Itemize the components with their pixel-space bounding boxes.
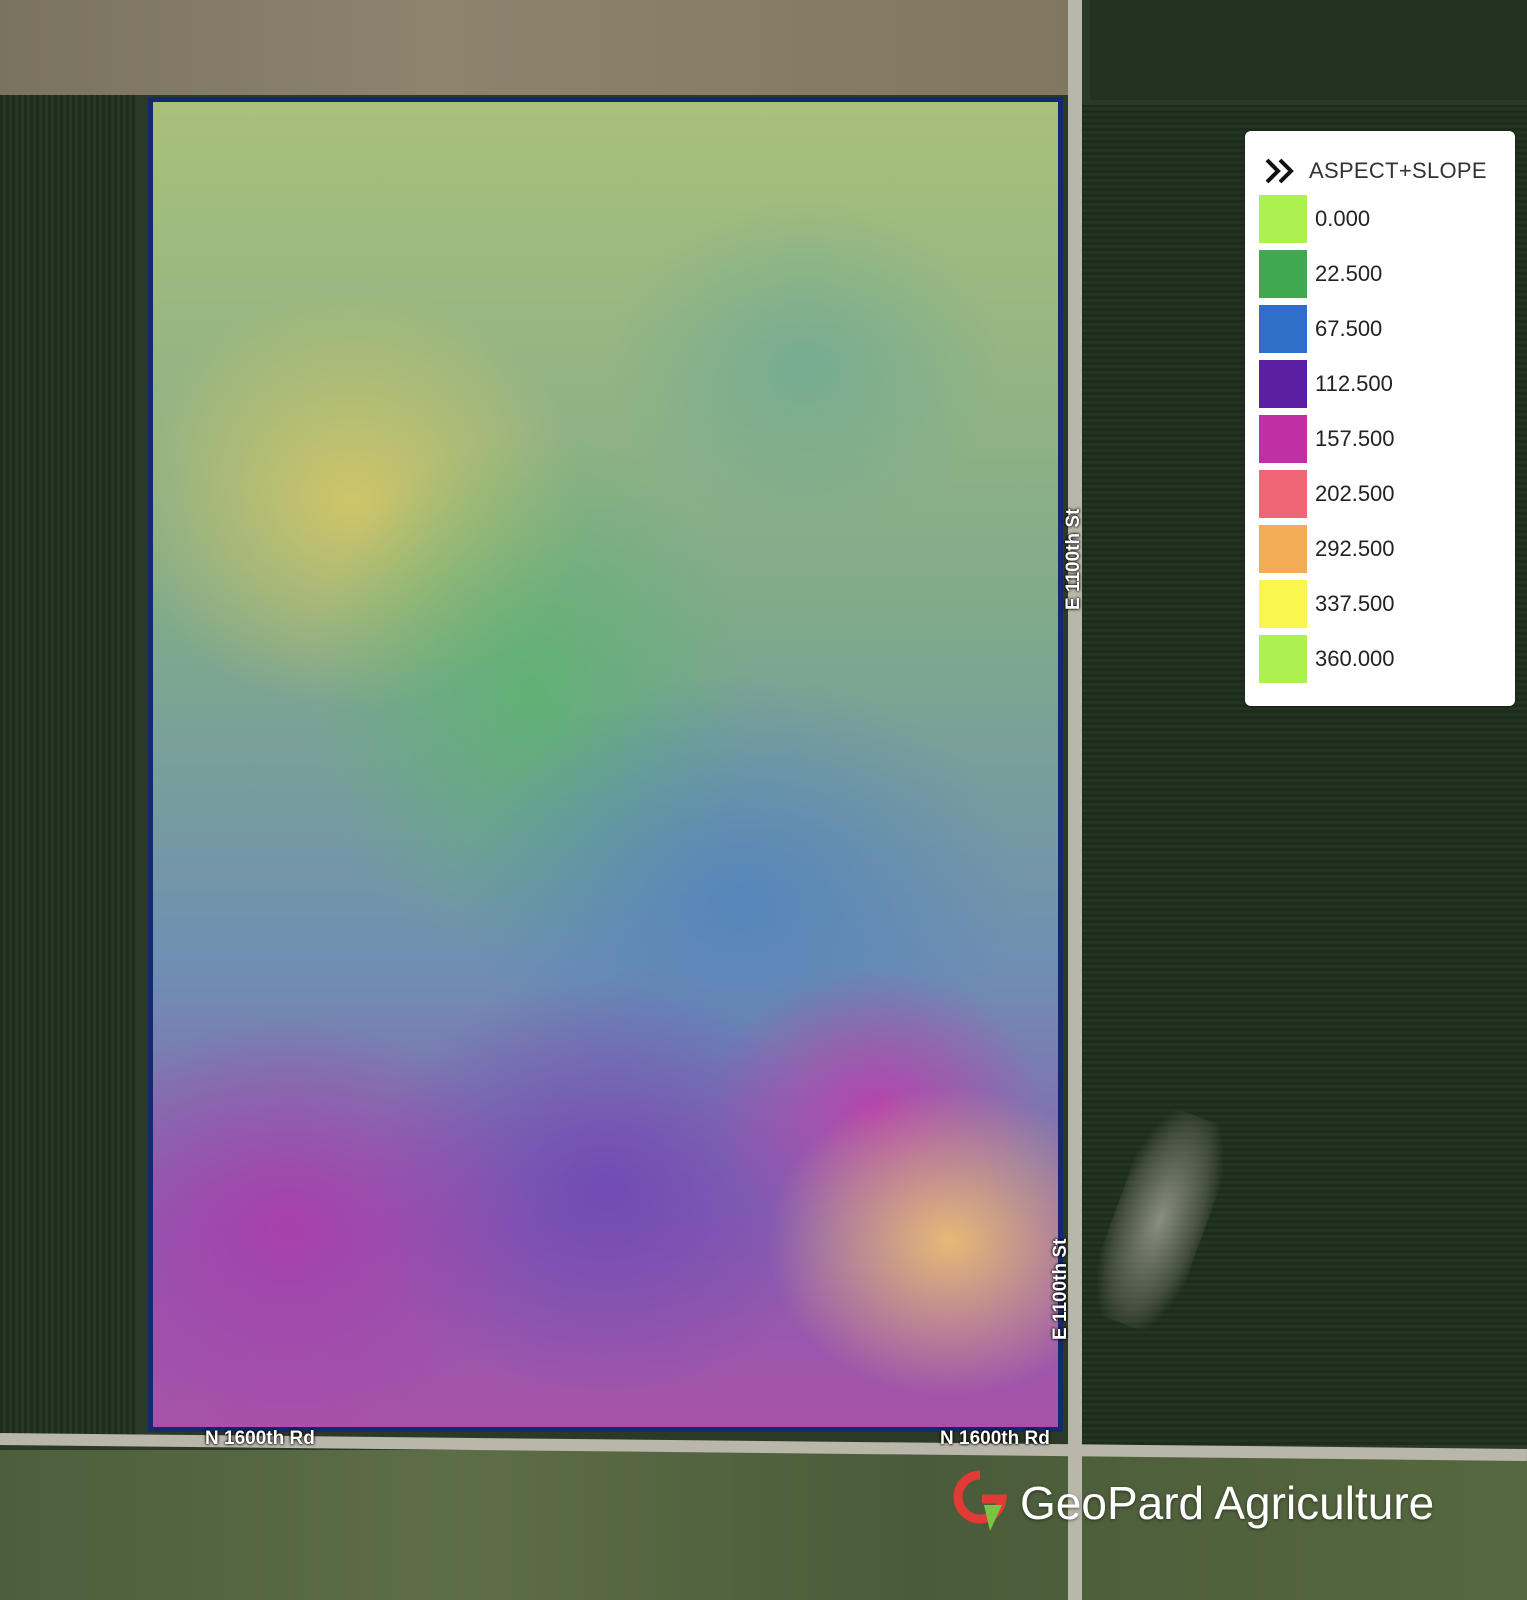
legend-swatch xyxy=(1259,635,1307,683)
legend-header[interactable]: ASPECT+SLOPE xyxy=(1263,151,1487,191)
brand-name: GeoPard Agriculture xyxy=(1020,1477,1435,1529)
road-e-1100th-st xyxy=(1068,0,1082,1600)
double-chevron-right-icon[interactable] xyxy=(1263,156,1297,186)
legend-item: 360.000 xyxy=(1259,635,1395,683)
farm-field-north xyxy=(0,0,1075,95)
legend-value: 337.500 xyxy=(1315,591,1395,616)
legend-swatch xyxy=(1259,415,1307,463)
legend-item: 22.500 xyxy=(1259,250,1382,298)
legend-panel: ASPECT+SLOPE 0.000 22.500 67.500 112.500 157… xyxy=(1245,131,1515,706)
road-label-east-upper: E 1100th St xyxy=(1063,508,1084,610)
legend-value: 67.500 xyxy=(1315,316,1383,341)
legend-swatch xyxy=(1259,525,1307,573)
legend-swatch xyxy=(1259,470,1307,518)
farm-field-northeast xyxy=(1090,0,1527,100)
brand-logo: GeoPard Agriculture xyxy=(950,1468,1434,1538)
legend-item: 157.500 xyxy=(1259,415,1395,463)
legend-value: 0.000 xyxy=(1315,206,1371,231)
aspect-slope-heatmap-field[interactable] xyxy=(148,97,1063,1432)
legend-item: 67.500 xyxy=(1259,305,1382,353)
legend-item: 337.500 xyxy=(1259,580,1395,628)
legend-swatch xyxy=(1259,580,1307,628)
legend-swatch xyxy=(1259,305,1307,353)
legend-swatch xyxy=(1259,195,1307,243)
geopard-logo-icon xyxy=(953,1470,1007,1531)
legend-item: 202.500 xyxy=(1259,470,1395,518)
legend-value: 292.500 xyxy=(1315,536,1395,561)
farm-field-west xyxy=(0,95,135,1435)
legend-item: 0.000 xyxy=(1259,195,1370,243)
legend-value: 157.500 xyxy=(1315,426,1395,451)
legend-item: 112.500 xyxy=(1259,360,1393,408)
legend-value: 202.500 xyxy=(1315,481,1395,506)
legend-swatch xyxy=(1259,360,1307,408)
road-label-south-left: N 1600th Rd xyxy=(205,1428,315,1449)
legend-value: 22.500 xyxy=(1315,261,1383,286)
road-label-south-right: N 1600th Rd xyxy=(940,1428,1050,1449)
legend-swatch xyxy=(1259,250,1307,298)
legend-value: 360.000 xyxy=(1315,646,1395,671)
road-label-east-lower: E 1100th St xyxy=(1050,1238,1071,1340)
legend-item: 292.500 xyxy=(1259,525,1395,573)
legend-title: ASPECT+SLOPE xyxy=(1309,158,1487,183)
legend-value: 112.500 xyxy=(1315,371,1393,396)
